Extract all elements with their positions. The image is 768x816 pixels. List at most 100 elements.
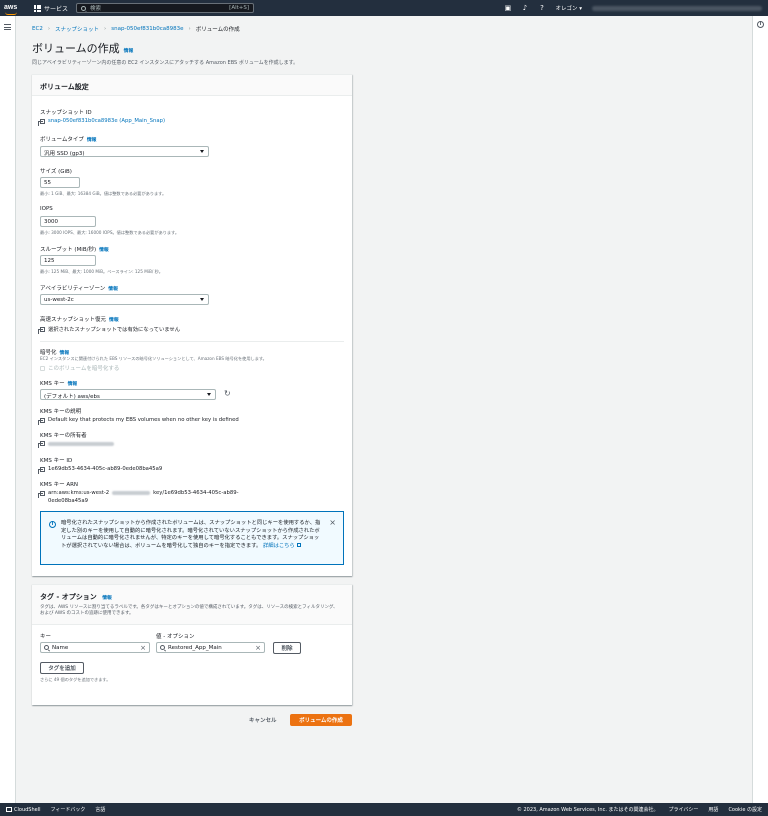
page-title-text: ボリュームの作成 bbox=[32, 42, 120, 55]
search-icon bbox=[44, 645, 49, 650]
cloudshell-icon[interactable]: ▣ bbox=[504, 4, 512, 12]
tags-title: タグ - オプション bbox=[40, 593, 97, 601]
fast-restore-info-link[interactable]: 情報 bbox=[109, 318, 119, 323]
iops-input[interactable]: 3000 bbox=[40, 216, 96, 227]
breadcrumb-ec2[interactable]: EC2 bbox=[32, 26, 43, 32]
caret-down-icon bbox=[207, 393, 211, 396]
iops-constraint: 最小: 3000 IOPS、最大: 16000 IOPS。値は整数である必要があ… bbox=[40, 230, 180, 235]
chevron-right-icon: › bbox=[104, 26, 107, 32]
language-link[interactable]: 言語 bbox=[95, 806, 105, 813]
kms-key-label-text: KMS キー bbox=[40, 381, 65, 387]
create-volume-button[interactable]: ボリュームの作成 bbox=[290, 714, 352, 726]
kms-desc-row: Default key that protects my EBS volumes… bbox=[38, 417, 239, 425]
terms-link[interactable]: 用語 bbox=[708, 806, 718, 813]
cancel-button[interactable]: キャンセル bbox=[249, 716, 277, 724]
caret-down-icon bbox=[200, 150, 204, 153]
size-constraint: 最小: 1 GiB、最大: 16384 GiB。値は整数である必要があります。 bbox=[40, 191, 167, 196]
chevron-right-icon: › bbox=[47, 26, 51, 32]
aws-logo[interactable]: aws bbox=[4, 4, 26, 15]
throughput-input[interactable]: 125 bbox=[40, 255, 96, 266]
info-icon: i bbox=[49, 521, 56, 528]
main-content: EC2 › スナップショット › snap-050ef831b0ca8983e … bbox=[17, 16, 751, 803]
services-menu[interactable]: サービス bbox=[34, 4, 68, 13]
tag-key-value: Name bbox=[52, 644, 69, 651]
learn-more-link[interactable]: 詳細はこちら bbox=[263, 543, 295, 549]
copy-icon[interactable] bbox=[38, 490, 45, 498]
volume-type-label: ボリュームタイプ 情報 bbox=[40, 135, 96, 143]
close-icon[interactable]: × bbox=[329, 519, 336, 527]
cookie-link[interactable]: Cookie の設定 bbox=[728, 806, 762, 813]
account-menu-redacted[interactable] bbox=[592, 5, 762, 11]
copy-icon[interactable] bbox=[38, 417, 45, 425]
bell-icon[interactable]: ♪ bbox=[521, 4, 528, 12]
copy-icon[interactable] bbox=[38, 466, 45, 474]
tag-value-label: 値 - オプション bbox=[156, 634, 195, 640]
cloudshell-label: CloudShell bbox=[14, 806, 41, 813]
caret-down-icon bbox=[200, 298, 204, 301]
feedback-link[interactable]: フィードバック bbox=[50, 806, 85, 813]
encrypt-checkbox[interactable]: このボリュームを暗号化する bbox=[40, 364, 119, 372]
copy-icon[interactable] bbox=[38, 118, 45, 126]
volume-type-value: 汎用 SSD (gp3) bbox=[44, 151, 85, 157]
volume-settings-card: ボリューム設定 スナップショット ID snap-050ef831b0ca898… bbox=[32, 74, 352, 576]
encrypt-checkbox-label: このボリュームを暗号化する bbox=[48, 366, 120, 372]
external-link-icon bbox=[296, 543, 301, 547]
kms-key-info-link[interactable]: 情報 bbox=[68, 382, 78, 387]
help-icon[interactable]: ? bbox=[538, 4, 545, 12]
throughput-label-text: スループット (MiB/秒) bbox=[40, 247, 97, 253]
breadcrumb-current: ボリュームの作成 bbox=[195, 27, 240, 33]
cloudshell-link[interactable]: CloudShell bbox=[6, 806, 41, 813]
add-tag-button[interactable]: タグを追加 bbox=[40, 662, 84, 674]
breadcrumb-snapshots[interactable]: スナップショット bbox=[55, 25, 99, 33]
throughput-constraint: 最小: 125 MiB、最大: 1000 MiB。ベースライン: 125 MiB… bbox=[40, 269, 163, 274]
kms-arn-row: arn:aws:kms:us-west-2 key/1e69db53-4634-… bbox=[38, 490, 239, 498]
kms-key-select[interactable]: (デフォルト) aws/ebs bbox=[40, 389, 216, 400]
breadcrumb-snapshot-id[interactable]: snap-050ef831b0ca8983e bbox=[111, 26, 183, 32]
kms-key-label: KMS キー 情報 bbox=[40, 379, 77, 387]
chevron-right-icon: › bbox=[188, 26, 191, 32]
clear-icon[interactable]: × bbox=[255, 644, 261, 652]
volume-type-select[interactable]: 汎用 SSD (gp3) bbox=[40, 146, 209, 157]
snapshot-id-label: スナップショット ID bbox=[40, 110, 92, 116]
top-navigation-bar: aws サービス 検索 [Alt+S] ▣ ♪ ? オレゴン ▾ bbox=[0, 0, 768, 16]
search-icon bbox=[81, 5, 87, 11]
search-input[interactable]: 検索 [Alt+S] bbox=[76, 3, 255, 13]
snapshot-id-link[interactable]: snap-050ef831b0ca8983e (App_Main_Snap) bbox=[48, 118, 165, 124]
refresh-icon[interactable]: ↻ bbox=[224, 389, 231, 398]
remove-tag-button[interactable]: 削除 bbox=[273, 642, 301, 654]
az-info-link[interactable]: 情報 bbox=[108, 287, 118, 292]
region-selector[interactable]: オレゴン ▾ bbox=[555, 4, 582, 12]
services-label: サービス bbox=[44, 5, 69, 13]
kms-owner-row bbox=[38, 441, 114, 448]
right-rail: i bbox=[752, 16, 768, 803]
fast-restore-label-text: 高速スナップショット復元 bbox=[40, 317, 107, 323]
tag-key-input[interactable]: Name × bbox=[40, 642, 150, 653]
checkbox-box[interactable] bbox=[40, 365, 45, 371]
volume-type-info-link[interactable]: 情報 bbox=[87, 138, 97, 143]
page-info-link[interactable]: 情報 bbox=[124, 47, 134, 54]
privacy-link[interactable]: プライバシー bbox=[669, 806, 699, 813]
kms-arn-label: KMS キー ARN bbox=[40, 482, 79, 488]
encryption-info-alert: i × 暗号化されたスナップショットから作成されたボリュームは、スナップショット… bbox=[40, 511, 344, 565]
page-description: 同じアベイラビリティーゾーン内の任意の EC2 インスタンスにアタッチする Am… bbox=[32, 60, 299, 66]
info-panel-icon[interactable]: i bbox=[757, 21, 764, 28]
iops-label: IOPS bbox=[40, 206, 53, 212]
throughput-label: スループット (MiB/秒) 情報 bbox=[40, 245, 109, 253]
copy-icon[interactable] bbox=[38, 326, 45, 334]
hamburger-menu-icon[interactable] bbox=[4, 24, 11, 32]
search-icon bbox=[160, 645, 165, 650]
kms-key-value: (デフォルト) aws/ebs bbox=[44, 394, 100, 400]
grid-icon bbox=[34, 4, 41, 12]
size-input[interactable]: 55 bbox=[40, 177, 80, 188]
throughput-info-link[interactable]: 情報 bbox=[99, 248, 109, 253]
clear-icon[interactable]: × bbox=[140, 644, 146, 652]
copyright: © 2023, Amazon Web Services, Inc. またはその関… bbox=[516, 807, 659, 813]
kms-desc-value: Default key that protects my EBS volumes… bbox=[48, 417, 239, 423]
fast-restore-row: 選択されたスナップショットでは有効になっていません bbox=[38, 325, 180, 334]
fast-restore-value: 選択されたスナップショットでは有効になっていません bbox=[48, 327, 180, 333]
kms-arn-prefix: arn:aws:kms:us-west-2 bbox=[48, 490, 110, 496]
az-select[interactable]: us-west-2c bbox=[40, 294, 209, 305]
copy-icon[interactable] bbox=[38, 441, 45, 448]
tag-value-input[interactable]: Restored_App_Main × bbox=[156, 642, 265, 653]
tags-info-link[interactable]: 情報 bbox=[102, 596, 112, 601]
